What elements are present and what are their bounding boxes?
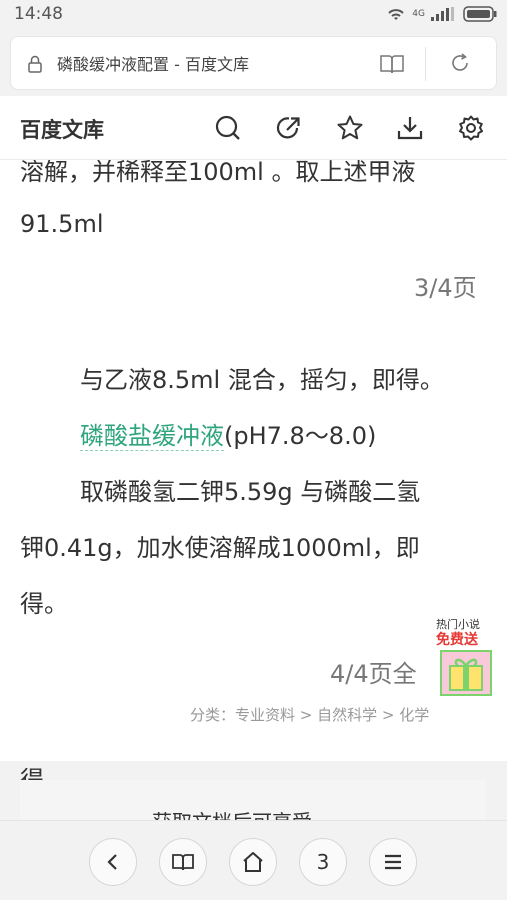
network-label: 4G <box>412 9 425 19</box>
star-icon <box>337 115 363 140</box>
lock-icon <box>28 55 42 73</box>
search-button[interactable] <box>213 113 243 143</box>
doc-line: 91.5ml <box>20 210 104 238</box>
home-icon <box>243 852 263 872</box>
download-icon <box>397 117 423 140</box>
url-bar[interactable]: 磷酸缓冲液配置 - 百度文库 <box>10 36 497 90</box>
url-divider <box>425 47 426 81</box>
status-bar: 14:48 4G <box>0 0 507 30</box>
promo-free-text: 免费送 <box>436 632 478 648</box>
battery-icon <box>463 6 497 22</box>
doc-line: 与乙液8.5ml 混合，摇匀，即得。 <box>80 542 444 570</box>
doc-line: 钾0.41g，加水使溶解成1000ml，即 <box>20 710 420 738</box>
gift-icon <box>440 650 492 696</box>
url-title[interactable]: 磷酸缓冲液配置 - 百度文库 <box>57 51 249 75</box>
tab-count: 3 <box>316 850 330 874</box>
refresh-icon[interactable] <box>448 51 472 75</box>
chevron-left-icon <box>107 854 117 870</box>
back-button[interactable] <box>89 838 137 886</box>
page-number: 3/4页 <box>414 274 477 302</box>
download-button[interactable] <box>395 113 425 143</box>
doc-line: 得。 <box>20 766 68 794</box>
home-button[interactable] <box>229 838 277 886</box>
wifi-icon <box>388 9 404 20</box>
tabs-button[interactable]: 3 <box>299 838 347 886</box>
keyword-link[interactable]: 磷酸盐缓冲液 <box>80 598 224 627</box>
menu-button[interactable] <box>369 838 417 886</box>
status-time: 14:48 <box>14 4 63 24</box>
share-button[interactable] <box>274 113 304 143</box>
doc-page-4: 与乙液8.5ml 混合，摇匀，即得。 磷酸盐缓冲液(pH7.8～8.0) 取磷酸… <box>0 336 507 794</box>
gear-icon <box>459 115 483 141</box>
signal-icon <box>431 7 454 21</box>
app-logo[interactable]: 百度文库 <box>20 114 104 144</box>
book-icon <box>172 854 194 871</box>
doc-line: 溶解，并稀释至100ml 。取上述甲液 <box>20 160 416 186</box>
menu-icon <box>385 854 401 870</box>
doc-line-with-link: 磷酸盐缓冲液(pH7.8～8.0) <box>80 592 376 627</box>
doc-line: 取磷酸氢二钾5.59g 与磷酸二氢 <box>80 654 421 682</box>
bookmarks-button[interactable] <box>159 838 207 886</box>
bottom-nav: 3 <box>0 820 507 900</box>
search-icon <box>215 115 240 140</box>
status-icons: 4G <box>386 6 497 22</box>
browser-toolbar: 磷酸缓冲液配置 - 百度文库 <box>0 30 507 96</box>
novel-promo-badge[interactable]: 热门小说 免费送 <box>432 616 500 696</box>
share-icon <box>276 117 300 139</box>
reader-mode-icon[interactable] <box>379 53 405 75</box>
doc-line-rest: (pH7.8～8.0) <box>224 598 377 626</box>
settings-button[interactable] <box>456 113 486 143</box>
favorite-button[interactable] <box>335 113 365 143</box>
document-viewer[interactable]: 溶解，并稀释至100ml 。取上述甲液 91.5ml 3/4页 与乙液8.5ml… <box>0 160 507 820</box>
app-header: 百度文库 <box>0 96 507 160</box>
